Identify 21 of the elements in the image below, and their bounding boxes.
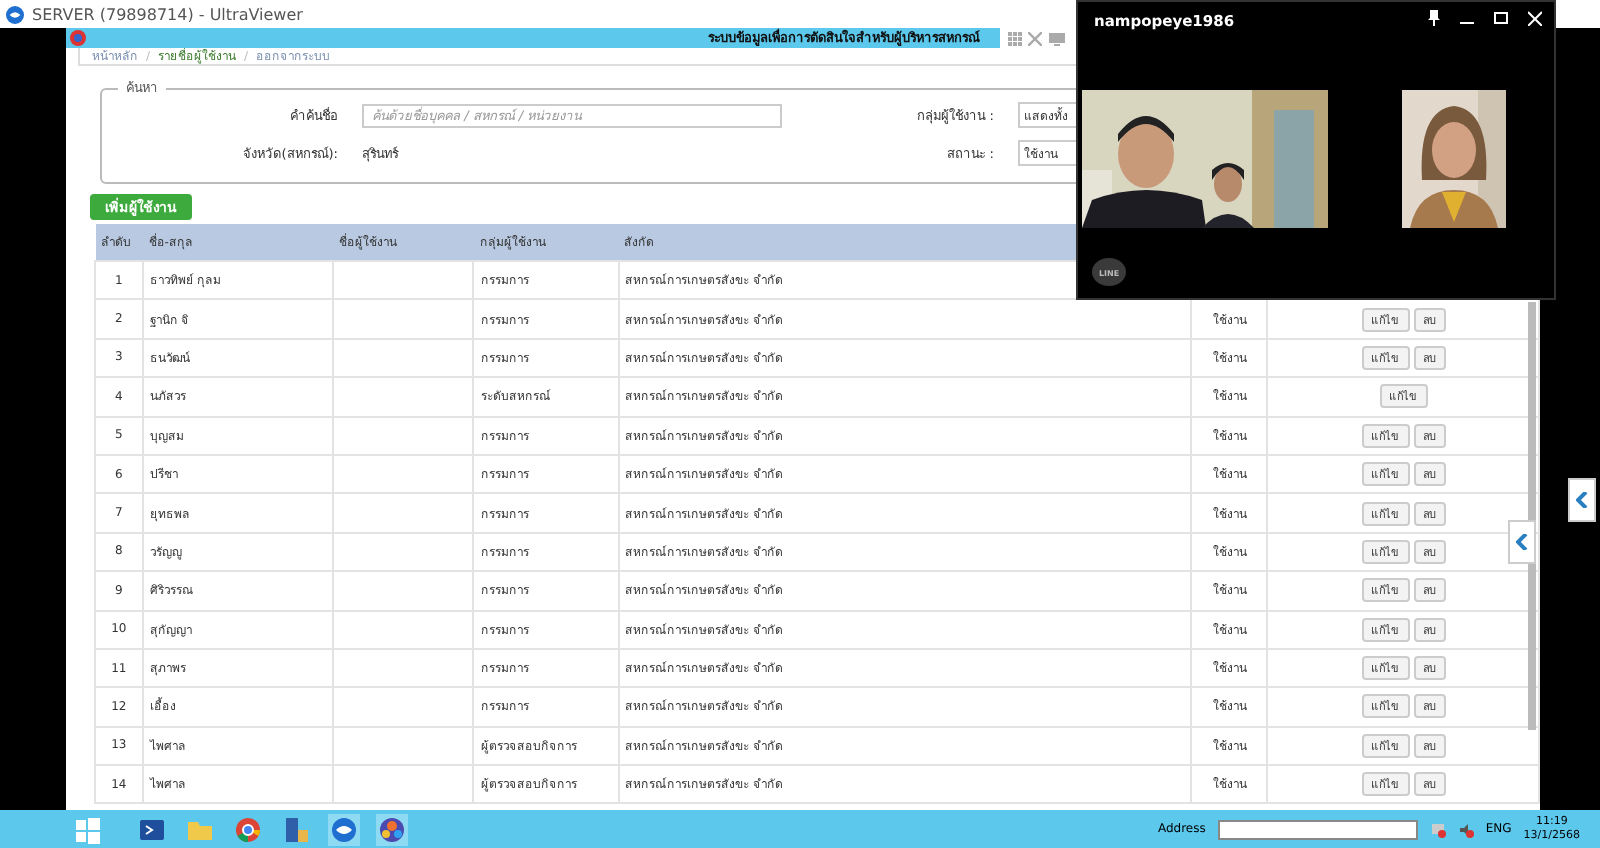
site-logo-icon	[70, 30, 86, 46]
server-manager-icon[interactable]	[280, 813, 312, 845]
app-logo-icon	[6, 5, 24, 23]
side-panel-tab[interactable]	[1508, 520, 1536, 564]
pin-icon[interactable]	[1428, 10, 1440, 26]
address-field[interactable]	[1217, 819, 1418, 839]
remote-app-icon[interactable]	[328, 813, 360, 845]
network-app-icon[interactable]	[376, 813, 408, 845]
grid-icon[interactable]	[1008, 31, 1022, 45]
volume-icon[interactable]	[1457, 821, 1474, 837]
close-icon[interactable]	[1528, 10, 1542, 26]
maximize-icon[interactable]	[1494, 10, 1508, 26]
chevron-left-icon	[1516, 534, 1528, 550]
network-icon[interactable]	[1429, 821, 1446, 837]
chevron-left-icon	[1576, 492, 1588, 508]
monitor-icon[interactable]	[1048, 31, 1066, 45]
scrollbar-thumb[interactable]	[1528, 302, 1536, 730]
side-panel-tab[interactable]	[1568, 478, 1596, 522]
start-icon[interactable]	[72, 813, 104, 845]
window-title: SERVER (79898714) - UltraViewer	[32, 5, 303, 23]
browser-icon[interactable]	[232, 813, 264, 845]
